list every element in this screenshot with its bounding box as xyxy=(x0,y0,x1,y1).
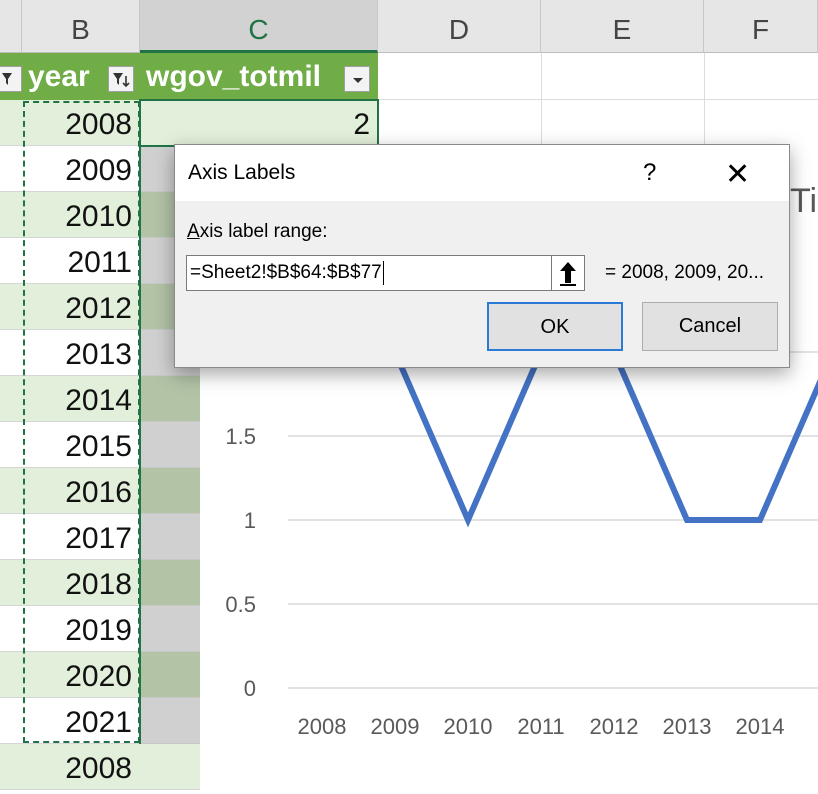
wgov-cell[interactable] xyxy=(140,652,200,698)
y-tick-label: 0 xyxy=(244,676,256,701)
accelerator-letter: A xyxy=(187,221,200,242)
x-tick-label: 2013 xyxy=(663,714,712,739)
wgov-cell[interactable] xyxy=(140,560,200,606)
x-tick-label: 2008 xyxy=(298,714,347,739)
col-header-c[interactable]: C xyxy=(140,0,378,53)
table-cell-a[interactable] xyxy=(0,652,22,698)
dialog-title: Axis Labels xyxy=(188,161,296,184)
table-cell-a[interactable] xyxy=(0,606,22,652)
axis-range-input[interactable]: =Sheet2!$B$64:$B$77 xyxy=(186,255,552,291)
wgov-cell[interactable] xyxy=(140,468,200,514)
wgov-cell[interactable] xyxy=(140,422,200,468)
table-cell-a[interactable] xyxy=(0,330,22,376)
table-cell-a[interactable] xyxy=(0,146,22,192)
up-arrow-icon xyxy=(560,262,576,286)
help-button[interactable]: ? xyxy=(643,159,656,187)
filter-button-year[interactable] xyxy=(108,66,134,92)
filter-active-icon xyxy=(113,73,130,88)
collapse-dialog-button[interactable] xyxy=(551,255,585,291)
wgov-cell[interactable] xyxy=(140,698,200,744)
range-preview: = 2008, 2009, 20... xyxy=(605,262,764,283)
y-tick-label: 1 xyxy=(244,508,256,533)
table-cell-a[interactable] xyxy=(0,698,22,744)
copy-selection-range xyxy=(23,101,140,743)
cancel-button[interactable]: Cancel xyxy=(642,302,778,351)
table-cell-a[interactable] xyxy=(0,560,22,606)
col-header-f[interactable]: F xyxy=(704,0,818,53)
col-header-e[interactable]: E xyxy=(541,0,704,53)
active-cell xyxy=(139,99,379,147)
y-tick-label: 0.5 xyxy=(225,592,256,617)
col-header-b[interactable]: B xyxy=(22,0,140,53)
wgov-cell[interactable] xyxy=(140,376,200,422)
table-cell-a[interactable] xyxy=(0,376,22,422)
table-cell-a[interactable] xyxy=(0,238,22,284)
selection-border xyxy=(139,146,141,744)
cell-b-next[interactable]: 2008 xyxy=(22,744,140,790)
x-tick-label: 2012 xyxy=(590,714,639,739)
dropdown-arrow-icon xyxy=(353,78,363,83)
x-tick-label: 2009 xyxy=(371,714,420,739)
table-cell-a[interactable] xyxy=(0,284,22,330)
wgov-cell[interactable] xyxy=(140,514,200,560)
col-header-d[interactable]: D xyxy=(378,0,541,53)
filter-button-wgov[interactable] xyxy=(344,66,370,92)
axis-label-range-label: Axis label range: xyxy=(187,221,327,243)
cell-c-next[interactable] xyxy=(140,744,200,790)
text-cursor xyxy=(382,260,384,285)
table-cell-a[interactable] xyxy=(0,468,22,514)
filter-button-prev[interactable] xyxy=(0,66,22,92)
table-cell-a[interactable] xyxy=(0,514,22,560)
axis-labels-dialog: Axis Labels ? ✕ Axis label range: =Sheet… xyxy=(174,144,790,368)
filter-icon xyxy=(2,73,12,85)
col-header-a[interactable] xyxy=(0,0,22,53)
table-cell-a[interactable] xyxy=(0,422,22,468)
table-cell-a[interactable] xyxy=(0,100,22,146)
x-tick-label: 2010 xyxy=(444,714,493,739)
label-text: xis label range: xyxy=(199,221,328,242)
table-header-wgov: wgov_totmil xyxy=(140,53,378,100)
wgov-cell[interactable] xyxy=(140,606,200,652)
axis-range-value: =Sheet2!$B$64:$B$77 xyxy=(190,262,382,283)
close-icon[interactable]: ✕ xyxy=(725,157,750,192)
x-tick-label: 2011 xyxy=(517,714,564,739)
table-cell-a[interactable] xyxy=(0,192,22,238)
ok-button[interactable]: OK xyxy=(487,302,623,351)
grid-line xyxy=(378,99,818,100)
y-tick-label: 1.5 xyxy=(225,424,256,449)
cell-a-next[interactable] xyxy=(0,744,22,790)
x-tick-label: 2014 xyxy=(736,714,785,739)
